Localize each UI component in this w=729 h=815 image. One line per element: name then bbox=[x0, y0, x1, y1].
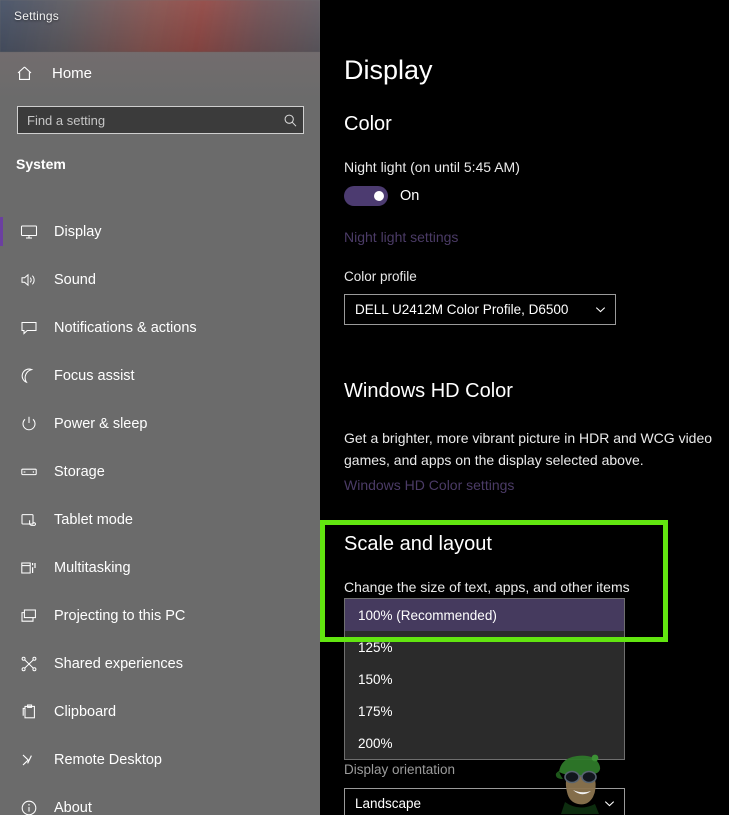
scale-option-150[interactable]: 150% bbox=[345, 663, 624, 695]
night-light-label: Night light (on until 5:45 AM) bbox=[344, 159, 520, 175]
hd-color-settings-link[interactable]: Windows HD Color settings bbox=[344, 477, 514, 493]
search-icon[interactable] bbox=[277, 113, 303, 128]
sidebar-item-about-label: About bbox=[54, 800, 92, 815]
page-title: Display bbox=[344, 55, 433, 86]
search-input[interactable] bbox=[18, 113, 277, 128]
scale-option-175[interactable]: 175% bbox=[345, 695, 624, 727]
settings-window: Settings Home System bbox=[0, 0, 729, 815]
sidebar-item-display[interactable]: Display bbox=[0, 208, 320, 256]
sidebar-item-focus-assist[interactable]: Focus assist bbox=[0, 352, 320, 400]
monitor-icon bbox=[16, 221, 42, 243]
drive-icon bbox=[16, 461, 42, 483]
speaker-icon bbox=[16, 269, 42, 291]
sidebar-item-storage-label: Storage bbox=[54, 464, 105, 480]
scale-option-100[interactable]: 100% (Recommended) bbox=[345, 599, 624, 631]
sidebar-item-power-sleep-label: Power & sleep bbox=[54, 416, 148, 432]
sidebar-item-clipboard[interactable]: Clipboard bbox=[0, 688, 320, 736]
sidebar: Settings Home System bbox=[0, 0, 320, 815]
search-box[interactable] bbox=[17, 106, 304, 134]
sidebar-item-shared-experiences[interactable]: Shared experiences bbox=[0, 640, 320, 688]
sidebar-item-shared-experiences-label: Shared experiences bbox=[54, 656, 183, 672]
sidebar-nav-list: Display Sound bbox=[0, 208, 320, 815]
scale-label: Change the size of text, apps, and other… bbox=[344, 579, 630, 595]
sidebar-item-sound-label: Sound bbox=[54, 272, 96, 288]
multitask-icon bbox=[16, 557, 42, 579]
info-icon bbox=[16, 797, 42, 815]
sidebar-item-clipboard-label: Clipboard bbox=[54, 704, 116, 720]
section-heading-scale-layout: Scale and layout bbox=[344, 533, 492, 556]
scale-option-125[interactable]: 125% bbox=[345, 631, 624, 663]
sidebar-item-projecting-label: Projecting to this PC bbox=[54, 608, 185, 624]
sidebar-item-home[interactable]: Home bbox=[0, 58, 320, 88]
display-orientation-dropdown[interactable]: Landscape bbox=[344, 788, 625, 815]
chevron-down-icon bbox=[585, 303, 615, 316]
share-icon bbox=[16, 653, 42, 675]
color-profile-dropdown[interactable]: DELL U2412M Color Profile, D6500 bbox=[344, 294, 616, 325]
home-icon bbox=[16, 65, 44, 82]
sidebar-item-notifications-label: Notifications & actions bbox=[54, 320, 197, 336]
project-icon bbox=[16, 605, 42, 627]
sidebar-item-notifications[interactable]: Notifications & actions bbox=[0, 304, 320, 352]
moon-icon bbox=[16, 365, 42, 387]
night-light-toggle[interactable] bbox=[344, 186, 388, 206]
sidebar-item-display-label: Display bbox=[54, 224, 102, 240]
scale-dropdown-list[interactable]: 100% (Recommended) 125% 150% 175% 200% bbox=[344, 598, 625, 760]
sidebar-item-remote-desktop-label: Remote Desktop bbox=[54, 752, 162, 768]
sidebar-item-tablet-mode[interactable]: Tablet mode bbox=[0, 496, 320, 544]
tablet-icon bbox=[16, 509, 42, 531]
sidebar-item-about[interactable]: About bbox=[0, 784, 320, 815]
night-light-toggle-state: On bbox=[400, 188, 419, 204]
sidebar-item-projecting[interactable]: Projecting to this PC bbox=[0, 592, 320, 640]
window-title: Settings bbox=[14, 9, 59, 23]
display-orientation-label: Display orientation bbox=[344, 762, 455, 777]
hd-color-description-line2: games, and apps on the display selected … bbox=[344, 452, 644, 468]
sidebar-item-remote-desktop[interactable]: Remote Desktop bbox=[0, 736, 320, 784]
chat-icon bbox=[16, 317, 42, 339]
sidebar-item-multitasking-label: Multitasking bbox=[54, 560, 131, 576]
display-orientation-value: Landscape bbox=[345, 796, 594, 811]
section-heading-hd-color: Windows HD Color bbox=[344, 380, 513, 403]
sidebar-item-focus-assist-label: Focus assist bbox=[54, 368, 135, 384]
chevron-down-icon bbox=[594, 797, 624, 810]
sidebar-item-power-sleep[interactable]: Power & sleep bbox=[0, 400, 320, 448]
remote-icon bbox=[16, 749, 42, 771]
selection-accent-bar bbox=[0, 217, 3, 246]
night-light-settings-link[interactable]: Night light settings bbox=[344, 229, 458, 245]
titlebar-sheen bbox=[0, 0, 320, 52]
night-light-toggle-row: On bbox=[344, 186, 419, 206]
color-profile-label: Color profile bbox=[344, 269, 417, 284]
color-profile-value: DELL U2412M Color Profile, D6500 bbox=[345, 302, 585, 317]
clipboard-icon bbox=[16, 701, 42, 723]
sidebar-item-storage[interactable]: Storage bbox=[0, 448, 320, 496]
hd-color-description-line1: Get a brighter, more vibrant picture in … bbox=[344, 430, 712, 446]
sidebar-item-sound[interactable]: Sound bbox=[0, 256, 320, 304]
sidebar-item-tablet-mode-label: Tablet mode bbox=[54, 512, 133, 528]
power-icon bbox=[16, 413, 42, 435]
sidebar-item-multitasking[interactable]: Multitasking bbox=[0, 544, 320, 592]
sidebar-group-title: System bbox=[16, 156, 66, 172]
section-heading-color: Color bbox=[344, 113, 392, 136]
toggle-knob bbox=[374, 191, 384, 201]
sidebar-item-home-label: Home bbox=[52, 65, 92, 82]
scale-option-200[interactable]: 200% bbox=[345, 727, 624, 759]
